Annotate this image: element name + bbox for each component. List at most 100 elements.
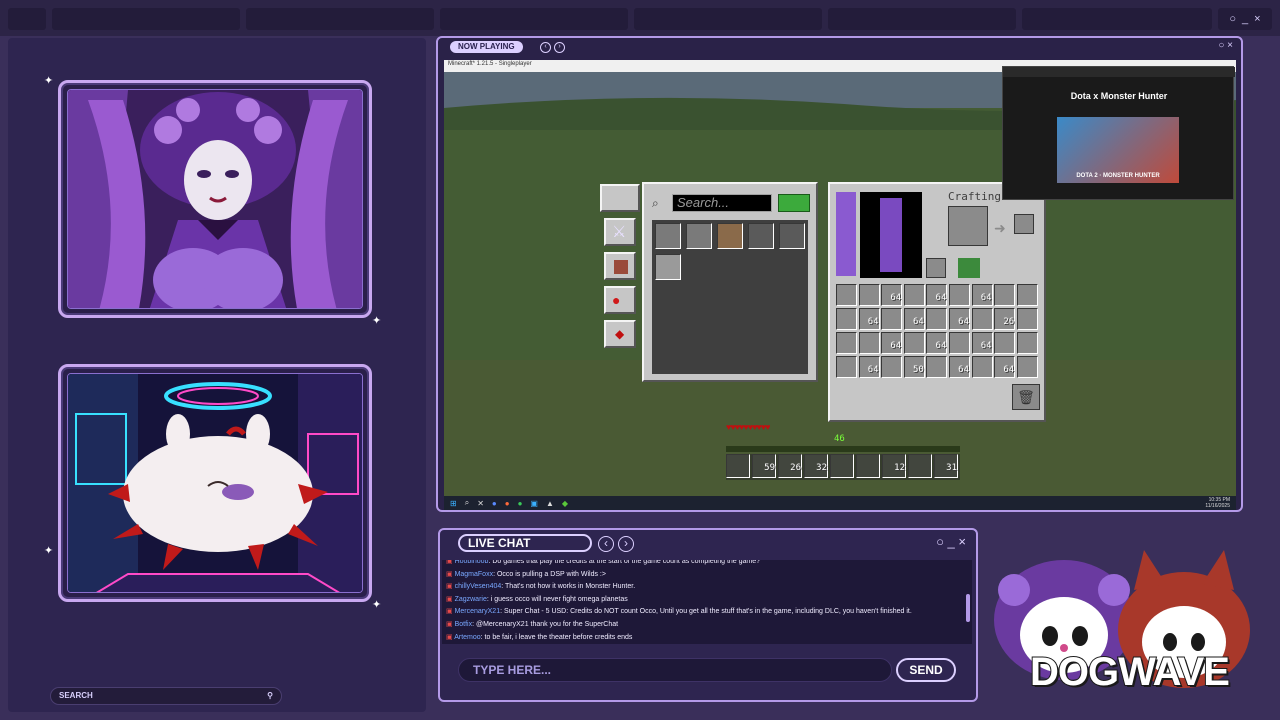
inventory-slot[interactable] xyxy=(994,284,1016,306)
chat-window-controls[interactable]: ○ _ × xyxy=(936,534,966,549)
inventory-slot[interactable]: 64 xyxy=(881,284,903,306)
browser-popup[interactable]: Dota x Monster Hunter DOTA 2 · MONSTER H… xyxy=(1002,66,1235,200)
chat-username[interactable]: Botfix xyxy=(455,621,473,628)
inventory-slot[interactable] xyxy=(903,284,925,306)
app-icon[interactable]: ▣ xyxy=(530,499,538,508)
inventory-slot[interactable] xyxy=(949,284,970,306)
chat-username[interactable]: MagmaFoxx xyxy=(455,571,494,578)
inventory-slot[interactable] xyxy=(1016,284,1038,306)
item-slot[interactable] xyxy=(655,223,681,249)
item-slot[interactable] xyxy=(655,254,681,280)
inventory-slot[interactable] xyxy=(926,356,948,378)
taskview-icon[interactable]: ✕ xyxy=(477,499,484,508)
inventory-slot[interactable] xyxy=(926,308,948,330)
send-button[interactable]: SEND xyxy=(896,658,956,682)
inventory-slot[interactable] xyxy=(836,356,857,378)
start-icon[interactable]: ⊞ xyxy=(450,499,457,508)
tab-building[interactable] xyxy=(604,252,636,280)
inventory-slot[interactable] xyxy=(836,284,857,306)
chat-scrollbar[interactable] xyxy=(966,594,970,622)
inventory-slot[interactable]: 50 xyxy=(903,356,925,378)
hotbar-slot[interactable]: 26 xyxy=(778,454,802,478)
trash-icon[interactable]: 🗑 xyxy=(1012,384,1040,410)
inventory-slot[interactable]: 64 xyxy=(949,356,970,378)
restore-icon[interactable]: ○ xyxy=(1229,13,1236,25)
crafting-output-slot[interactable] xyxy=(1014,214,1034,234)
inventory-slot[interactable] xyxy=(949,332,970,354)
inventory-slot[interactable] xyxy=(1016,332,1038,354)
item-slot[interactable] xyxy=(779,223,805,249)
inventory-slot[interactable]: 64 xyxy=(949,308,970,330)
search-icon[interactable]: ⌕ xyxy=(465,498,469,508)
tab-redstone[interactable]: ◆ xyxy=(604,320,636,348)
prev-arrow-icon[interactable]: ‹ xyxy=(598,536,614,552)
hotbar-slot[interactable]: 32 xyxy=(804,454,828,478)
chat-username[interactable]: Artemoo xyxy=(454,634,480,641)
chat-username[interactable]: MercenaryX21 xyxy=(455,608,501,615)
inventory-slot[interactable] xyxy=(836,332,857,354)
inventory-slot[interactable]: 64 xyxy=(971,284,993,306)
prev-arrow-icon[interactable]: ‹ xyxy=(540,42,551,53)
app-icon[interactable]: ▲ xyxy=(546,499,554,508)
app-icon[interactable]: ● xyxy=(492,499,497,508)
confirm-check-button[interactable] xyxy=(778,194,810,212)
inventory-slot[interactable] xyxy=(881,356,903,378)
tab-slot[interactable] xyxy=(8,8,46,30)
inventory-slot[interactable]: 26 xyxy=(994,308,1016,330)
crafting-grid[interactable] xyxy=(948,206,988,246)
inventory-slot[interactable] xyxy=(994,332,1016,354)
minecraft-icon[interactable]: ◆ xyxy=(562,499,568,508)
inventory-slot[interactable]: 64 xyxy=(903,308,925,330)
inventory-slot[interactable] xyxy=(836,308,857,330)
hotbar-slot[interactable]: 59 xyxy=(752,454,776,478)
inventory-slot[interactable] xyxy=(903,332,925,354)
inventory-slot[interactable] xyxy=(971,308,993,330)
inventory-slot[interactable]: 64 xyxy=(858,356,880,378)
search-icon[interactable]: ⚲ xyxy=(267,688,273,704)
inventory-slot[interactable]: 64 xyxy=(858,308,880,330)
tab-tools[interactable]: ⚔ xyxy=(604,218,636,246)
window-controls[interactable]: ○ × xyxy=(1218,40,1233,51)
hotbar-slot[interactable] xyxy=(856,454,880,478)
tab-food[interactable]: ● xyxy=(604,286,636,314)
tab-slot[interactable] xyxy=(634,8,822,30)
item-slot[interactable] xyxy=(748,223,774,249)
tab-slot[interactable] xyxy=(246,8,434,30)
minecraft-game-view[interactable]: Minecraft* 1.21.5 - Singleplayer ⚔ ● ◆ S… xyxy=(444,60,1236,510)
hotbar-slot[interactable] xyxy=(830,454,854,478)
inventory-slot[interactable]: 64 xyxy=(971,332,993,354)
tab-slot[interactable] xyxy=(52,8,240,30)
hotbar-slot[interactable]: 12 xyxy=(882,454,906,478)
hotbar-slot[interactable]: 31 xyxy=(934,454,958,478)
next-arrow-icon[interactable]: › xyxy=(554,42,565,53)
chat-username[interactable]: chillyVesen404 xyxy=(455,583,502,590)
inventory-slot[interactable]: 64 xyxy=(926,332,948,354)
chat-username[interactable]: Zagzwarie xyxy=(455,596,487,603)
minimize-icon[interactable]: _ xyxy=(1242,13,1248,25)
offhand-slot[interactable] xyxy=(926,258,946,278)
next-arrow-icon[interactable]: › xyxy=(618,536,634,552)
inventory-slot[interactable] xyxy=(1016,308,1038,330)
inventory-slot[interactable]: 64 xyxy=(881,332,903,354)
recipe-book-button[interactable] xyxy=(958,258,980,278)
inventory-slot[interactable]: 64 xyxy=(994,356,1016,378)
tab-slot[interactable] xyxy=(828,8,1016,30)
item-slot[interactable] xyxy=(686,223,712,249)
overlay-search-bar[interactable]: SEARCH ⚲ xyxy=(50,687,282,705)
browser-icon[interactable]: ● xyxy=(505,499,510,508)
creative-search-input[interactable]: Search... xyxy=(672,194,772,212)
inventory-slot[interactable] xyxy=(1016,356,1038,378)
inventory-slot[interactable] xyxy=(881,308,903,330)
chrome-icon[interactable]: ● xyxy=(518,499,523,508)
hotbar-slot[interactable] xyxy=(908,454,932,478)
inventory-slot[interactable]: 64 xyxy=(926,284,948,306)
chat-input[interactable]: TYPE HERE... xyxy=(458,658,892,682)
hotbar-slot[interactable] xyxy=(726,454,750,478)
tab-slot[interactable] xyxy=(440,8,628,30)
inventory-slot[interactable] xyxy=(858,284,880,306)
inventory-slot[interactable] xyxy=(971,356,993,378)
tab-search-items[interactable] xyxy=(600,184,640,212)
chat-username[interactable]: Hoobinoob xyxy=(455,560,489,565)
item-slot[interactable] xyxy=(717,223,743,249)
tab-slot[interactable] xyxy=(1022,8,1212,30)
